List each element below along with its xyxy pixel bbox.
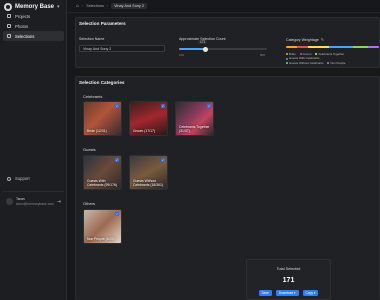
- copy-label: Copy: [305, 291, 313, 295]
- check-icon[interactable]: ✓: [207, 104, 211, 108]
- selection-name-input[interactable]: Vinay And Sony 2: [79, 45, 165, 52]
- sidebar: Memory Base ▾ Projects Photos Selections…: [0, 0, 67, 300]
- count-slider[interactable]: [179, 46, 267, 52]
- section-title-guests: Guests: [83, 147, 96, 152]
- category-label: Guests With Celebrants (99/176): [87, 179, 117, 187]
- selection-categories-panel: Selection Categories Celebrants ✓ Bride …: [75, 76, 380, 300]
- weightage-label-text: Category Weightage: [286, 38, 319, 42]
- category-card-groom[interactable]: ✓ Groom (17/17): [129, 101, 168, 136]
- check-icon[interactable]: ✓: [115, 158, 119, 162]
- check-icon[interactable]: ✓: [115, 212, 119, 216]
- sidebar-item-label: Photos: [15, 23, 29, 29]
- summary-actions: Save Download ▾ Copy ▾: [247, 290, 330, 296]
- legend-item: Non People: [327, 61, 345, 65]
- avatar: [6, 198, 13, 205]
- weightage-segment-bride: [286, 46, 298, 48]
- legend-item: Guests Without Celebrants: [286, 61, 324, 65]
- breadcrumb: ⌂ › Selections › Vinay And Sony 2: [67, 0, 380, 13]
- category-label: Guests Without Celebrants (18/361): [133, 179, 163, 187]
- weightage-segment-non-people: [367, 46, 379, 48]
- category-card-guests-without-celebrants[interactable]: ✓ Guests Without Celebrants (18/361): [129, 155, 168, 190]
- slider-thumb[interactable]: [203, 46, 208, 52]
- sidebar-item-label: Projects: [15, 13, 31, 19]
- support-label: Support: [15, 176, 30, 181]
- chevron-down-icon: ▾: [293, 291, 296, 295]
- section-title-others: Others: [83, 201, 96, 206]
- category-label: Bride (12/31): [87, 129, 107, 133]
- category-card-celebrants-together[interactable]: ✓ Celebrants Together (31/37): [175, 101, 214, 136]
- brand-name: Memory Base: [15, 4, 55, 10]
- support-link[interactable]: Support: [7, 176, 30, 181]
- category-label: Groom (17/17): [133, 129, 156, 133]
- category-card-non-people[interactable]: ✓ Non People (6/25): [83, 209, 122, 244]
- selection-icon: [7, 34, 11, 38]
- copy-button[interactable]: Copy ▾: [302, 290, 319, 296]
- category-card-bride[interactable]: ✓ Bride (12/31): [83, 101, 122, 136]
- sidebar-item-projects[interactable]: Projects: [3, 11, 64, 21]
- category-label: Non People (6/25): [87, 237, 115, 241]
- logout-icon[interactable]: ⇥: [57, 199, 61, 205]
- slider-value-tooltip: 171: [198, 40, 208, 44]
- user-info: Tarun tarun@memorybase.com: [16, 197, 54, 206]
- panel-title: Selection Categories: [79, 80, 125, 85]
- selection-name-label: Selection Name: [79, 37, 105, 41]
- summary-count: 171: [282, 277, 295, 284]
- breadcrumb-item-current: Vinay And Sony 2: [111, 3, 147, 9]
- image-icon: [7, 24, 11, 28]
- check-icon[interactable]: ✓: [115, 104, 119, 108]
- weightage-segment-guests-with: [328, 46, 353, 48]
- sidebar-nav: Projects Photos Selections: [3, 11, 64, 41]
- check-icon[interactable]: ✓: [161, 158, 165, 162]
- weightage-bar: [286, 46, 379, 48]
- selection-parameters-panel: Selection Parameters Selection Name Vina…: [75, 17, 380, 68]
- logo-icon: [4, 3, 12, 11]
- section-title-celebrants: Celebrants: [83, 94, 103, 99]
- slider-min: 100: [179, 53, 185, 57]
- download-button[interactable]: Download ▾: [275, 290, 299, 296]
- folder-icon: [7, 14, 11, 18]
- summary-label: Total Selected: [276, 267, 301, 271]
- category-label: Celebrants Together (31/37): [179, 125, 210, 133]
- breadcrumb-separator: ›: [82, 4, 84, 8]
- sidebar-item-selections[interactable]: Selections: [3, 31, 64, 41]
- breadcrumb-separator: ›: [106, 4, 109, 8]
- slider-max: 800: [260, 53, 266, 57]
- weightage-segment-groom: [297, 46, 309, 48]
- sidebar-item-photos[interactable]: Photos: [3, 21, 64, 31]
- user-profile[interactable]: Tarun tarun@memorybase.com ⇥: [3, 191, 64, 211]
- weightage-label: Category Weightage ✎: [286, 37, 324, 42]
- breadcrumb-item-selections[interactable]: Selections: [86, 4, 104, 8]
- pencil-icon[interactable]: ✎: [321, 37, 324, 42]
- download-label: Download: [278, 291, 293, 295]
- help-icon: [7, 176, 11, 181]
- chevron-down-icon: ▾: [57, 4, 60, 10]
- sidebar-item-label: Selections: [15, 33, 35, 39]
- main: ⌂ › Selections › Vinay And Sony 2 Select…: [67, 0, 380, 300]
- save-button[interactable]: Save: [258, 290, 272, 296]
- weightage-legend: Bride Groom Celebrants Together Guests W…: [286, 52, 379, 65]
- home-icon[interactable]: ⌂: [76, 3, 79, 9]
- chevron-down-icon: ▾: [313, 291, 316, 295]
- slider-fill: [179, 48, 205, 50]
- weightage-segment-guests-without: [352, 46, 368, 48]
- check-icon[interactable]: ✓: [161, 104, 165, 108]
- selection-summary: Total Selected 171 Save Download ▾ Copy …: [246, 259, 331, 300]
- panel-title: Selection Parameters: [79, 21, 126, 26]
- user-email: tarun@memorybase.com: [16, 201, 54, 206]
- weightage-segment-celebrants: [308, 46, 329, 48]
- category-card-guests-with-celebrants[interactable]: ✓ Guests With Celebrants (99/176): [83, 155, 122, 190]
- app: Memory Base ▾ Projects Photos Selections…: [0, 0, 380, 300]
- brand[interactable]: Memory Base ▾: [4, 3, 60, 11]
